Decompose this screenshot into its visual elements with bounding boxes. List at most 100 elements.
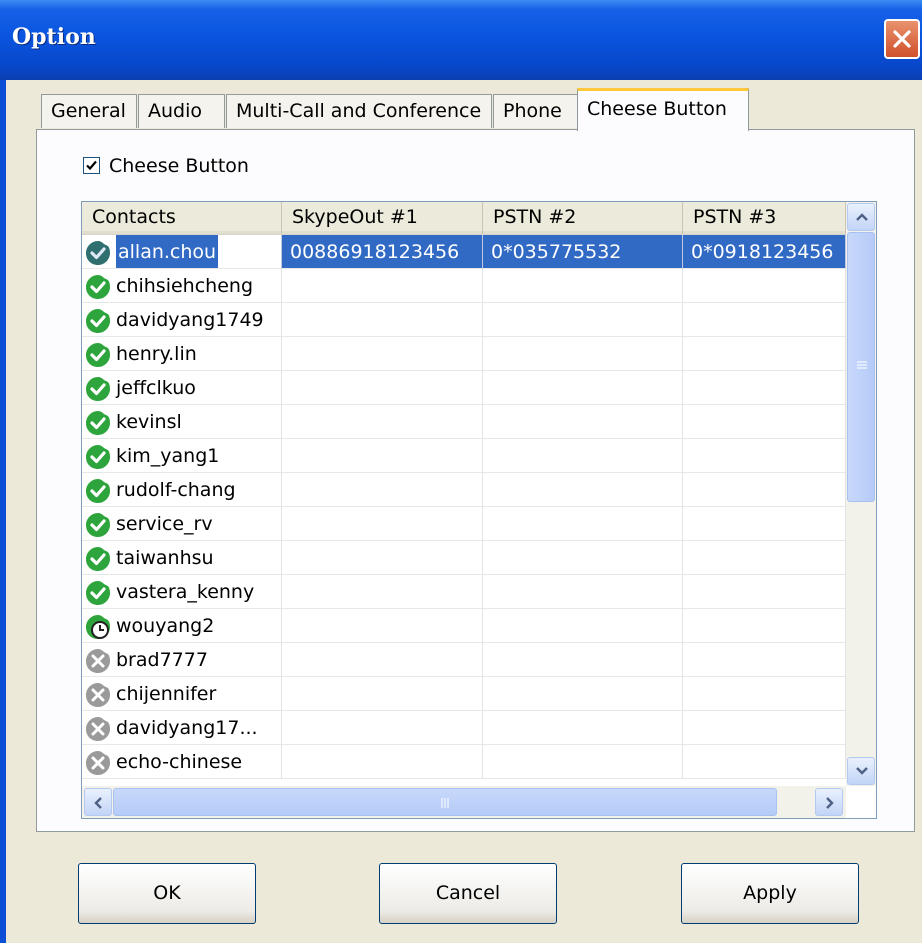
online-status-icon: [84, 409, 112, 437]
contact-row[interactable]: chijennifer: [82, 677, 846, 711]
skypeout1-cell: [282, 745, 483, 779]
option-dialog: Option General Audio Multi-Call and Conf…: [0, 0, 922, 943]
close-button[interactable]: [884, 19, 920, 59]
contacts-list-view[interactable]: Contacts SkypeOut #1 PSTN #2 PSTN #3 all…: [81, 201, 877, 819]
contact-name-cell: davidyang17...: [82, 711, 282, 745]
apply-button[interactable]: Apply: [681, 863, 859, 924]
title-bar[interactable]: Option: [0, 0, 922, 80]
contact-name: vastera_kenny: [116, 581, 255, 603]
contact-row[interactable]: chihsiehcheng: [82, 269, 846, 303]
skypeout1-cell: [282, 371, 483, 405]
contact-name: taiwanhsu: [116, 547, 214, 569]
scroll-left-button[interactable]: [84, 788, 112, 816]
contact-row[interactable]: davidyang1749: [82, 303, 846, 337]
contact-row[interactable]: jeffclkuo: [82, 371, 846, 405]
vertical-scroll-thumb[interactable]: [847, 232, 875, 502]
contact-name: brad7777: [116, 649, 208, 671]
contact-row[interactable]: taiwanhsu: [82, 541, 846, 575]
online-status-icon: [84, 341, 112, 369]
contact-name-cell: henry.lin: [82, 337, 282, 371]
contact-row[interactable]: brad7777: [82, 643, 846, 677]
offline-status-icon: [84, 749, 112, 777]
skypeout1-cell: 00886918123456: [282, 235, 483, 269]
contact-row[interactable]: henry.lin: [82, 337, 846, 371]
pstn3-cell: [683, 371, 846, 405]
horizontal-scrollbar[interactable]: [82, 786, 846, 818]
cancel-button[interactable]: Cancel: [379, 863, 557, 924]
pstn2-cell: [483, 303, 683, 337]
tab-multi-call-and-conference[interactable]: Multi-Call and Conference: [226, 94, 492, 128]
contact-row[interactable]: vastera_kenny: [82, 575, 846, 609]
pstn3-cell: [683, 745, 846, 779]
column-header-pstn3[interactable]: PSTN #3: [683, 202, 846, 234]
pstn2-cell: [483, 337, 683, 371]
column-header-skypeout1[interactable]: SkypeOut #1: [282, 202, 483, 234]
online-status-icon: [84, 477, 112, 505]
online-status-icon: [84, 511, 112, 539]
pstn3-cell: [683, 303, 846, 337]
contact-row[interactable]: kevinsl: [82, 405, 846, 439]
contact-name-cell: davidyang1749: [82, 303, 282, 337]
contact-row[interactable]: kim_yang1: [82, 439, 846, 473]
scroll-right-button[interactable]: [815, 788, 843, 816]
column-header-contacts[interactable]: Contacts: [82, 202, 282, 234]
ok-button[interactable]: OK: [78, 863, 256, 924]
contact-row[interactable]: wouyang2: [82, 609, 846, 643]
contact-name-cell: taiwanhsu: [82, 541, 282, 575]
contact-row[interactable]: allan.chou 00886918123456 0*035775532 0*091…: [82, 235, 846, 269]
grip-icon: [857, 361, 867, 369]
pstn3-cell: [683, 507, 846, 541]
pstn2-cell: [483, 541, 683, 575]
pstn2-cell: [483, 745, 683, 779]
contact-row[interactable]: rudolf-chang: [82, 473, 846, 507]
contact-row[interactable]: echo-chinese: [82, 745, 846, 779]
contact-name: kim_yang1: [116, 445, 220, 467]
contact-name: chihsiehcheng: [116, 275, 253, 297]
tab-cheese-button[interactable]: Cheese Button: [577, 88, 749, 131]
contact-name-cell: allan.chou: [82, 235, 282, 269]
tab-label: Phone: [503, 100, 562, 122]
skypeout1-cell: [282, 711, 483, 745]
horizontal-scroll-thumb[interactable]: [113, 788, 777, 816]
scroll-down-button[interactable]: [847, 757, 875, 785]
skypeout1-cell: [282, 507, 483, 541]
close-icon: [893, 30, 911, 48]
pstn3-cell: [683, 269, 846, 303]
tab-general[interactable]: General: [41, 94, 137, 128]
checkbox-box[interactable]: [83, 157, 100, 174]
skypeout1-cell: [282, 609, 483, 643]
tab-label: Cheese Button: [587, 98, 727, 120]
skypeout1-cell: [282, 575, 483, 609]
check-icon: [86, 160, 97, 171]
dialog-body: General Audio Multi-Call and Conference …: [6, 80, 922, 943]
contact-name: kevinsl: [116, 411, 182, 433]
offline-status-icon: [84, 715, 112, 743]
tab-audio[interactable]: Audio: [138, 94, 225, 128]
tab-label: Multi-Call and Conference: [236, 100, 482, 122]
online-status-icon: [84, 443, 112, 471]
pstn2-cell: [483, 575, 683, 609]
scroll-up-button[interactable]: [847, 203, 875, 231]
online-status-icon: [84, 273, 112, 301]
contact-name: rudolf-chang: [116, 479, 236, 501]
chevron-down-icon: [856, 767, 868, 775]
contact-row[interactable]: service_rv: [82, 507, 846, 541]
contact-name: wouyang2: [116, 615, 215, 637]
online-status-icon: [84, 375, 112, 403]
window-title: Option: [12, 24, 96, 50]
pstn3-cell: [683, 711, 846, 745]
skypeout1-cell: [282, 337, 483, 371]
contact-name: henry.lin: [116, 343, 197, 365]
pstn3-cell: [683, 473, 846, 507]
contact-name: davidyang1749: [116, 309, 264, 331]
pstn3-cell: [683, 677, 846, 711]
contact-name-cell: chihsiehcheng: [82, 269, 282, 303]
vertical-scrollbar[interactable]: [846, 202, 876, 786]
pstn2-cell: [483, 371, 683, 405]
contact-name: echo-chinese: [116, 751, 243, 773]
offline-status-icon: [84, 681, 112, 709]
contact-name-cell: service_rv: [82, 507, 282, 541]
contact-row[interactable]: davidyang17...: [82, 711, 846, 745]
column-header-pstn2[interactable]: PSTN #2: [483, 202, 683, 234]
tab-phone[interactable]: Phone: [493, 94, 578, 128]
